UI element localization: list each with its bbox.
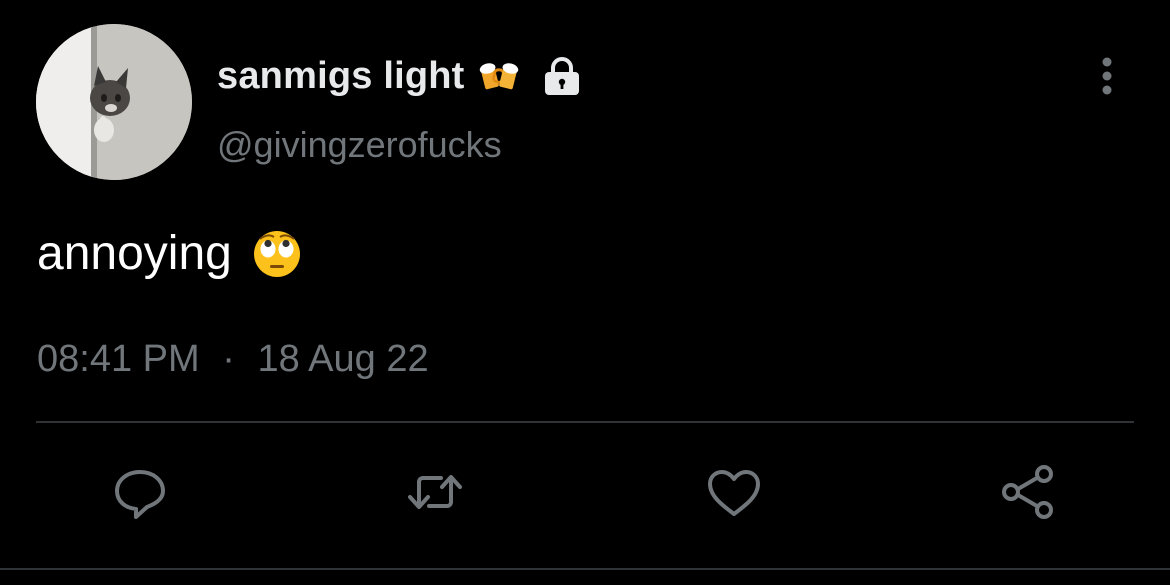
more-vertical-icon	[1102, 57, 1112, 95]
tweet-text: annoying	[37, 226, 302, 281]
lock-icon	[541, 55, 583, 97]
tweet-date: 18 Aug 22	[257, 338, 429, 380]
reply-button[interactable]	[110, 462, 170, 522]
display-name[interactable]: sanmigs light	[217, 55, 465, 98]
timestamp-separator: ·	[222, 338, 235, 380]
tweet-card: sanmigs light @givingzerofucks annoying …	[0, 0, 1170, 585]
divider	[36, 421, 1134, 423]
avatar-image	[36, 24, 192, 180]
heart-icon	[708, 470, 760, 516]
tweet-time: 08:41 PM	[37, 338, 200, 380]
retweet-icon	[408, 475, 462, 509]
share-button[interactable]	[998, 462, 1058, 522]
share-icon	[1002, 465, 1053, 519]
like-button[interactable]	[704, 462, 764, 522]
bottom-divider	[0, 568, 1170, 570]
tweet-text-content: annoying	[37, 227, 232, 280]
reply-icon	[115, 470, 165, 519]
face-with-rolling-eyes-icon	[252, 229, 302, 279]
timestamp[interactable]: 08:41 PM · 18 Aug 22	[37, 338, 429, 381]
avatar[interactable]	[36, 24, 192, 180]
beer-mugs-icon	[479, 56, 519, 96]
retweet-button[interactable]	[405, 462, 465, 522]
more-options-button[interactable]	[1092, 54, 1122, 98]
user-name-row: sanmigs light	[217, 50, 583, 102]
user-handle[interactable]: @givingzerofucks	[217, 124, 502, 166]
